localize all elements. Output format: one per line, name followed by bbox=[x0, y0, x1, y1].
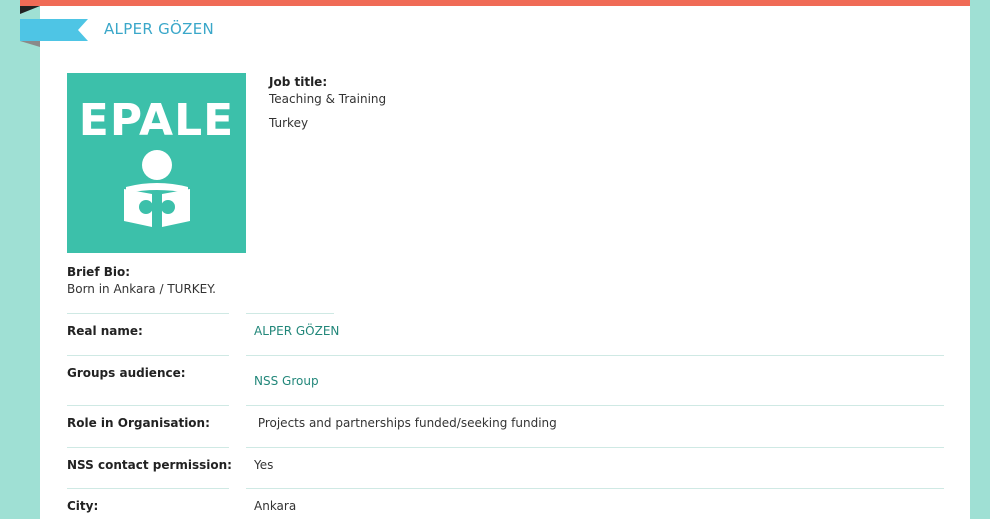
job-title-value: Teaching & Training bbox=[269, 92, 387, 106]
divider bbox=[246, 313, 334, 314]
divider bbox=[246, 405, 944, 406]
bio-label: Brief Bio: bbox=[67, 265, 131, 279]
bio-value: Born in Ankara / TURKEY. bbox=[67, 282, 216, 296]
nss-permission-value: Yes bbox=[254, 458, 274, 472]
divider bbox=[246, 447, 944, 448]
divider bbox=[67, 488, 229, 489]
real-name-label: Real name: bbox=[67, 324, 143, 338]
country-value: Turkey bbox=[269, 116, 309, 130]
city-label: City: bbox=[67, 499, 99, 513]
corner-fold-left bbox=[20, 6, 40, 14]
role-label: Role in Organisation: bbox=[67, 416, 210, 430]
city-value: Ankara bbox=[254, 499, 297, 513]
job-title-label: Job title: bbox=[269, 75, 328, 89]
avatar-logo-text: EPALE bbox=[78, 95, 235, 146]
groups-audience-link[interactable]: NSS Group bbox=[254, 374, 319, 388]
divider bbox=[67, 405, 229, 406]
groups-audience-label: Groups audience: bbox=[67, 366, 186, 380]
divider bbox=[67, 313, 229, 314]
divider bbox=[246, 355, 944, 356]
divider bbox=[67, 447, 229, 448]
ribbon-fold bbox=[20, 41, 40, 47]
role-value: Projects and partnerships funded/seeking… bbox=[254, 416, 557, 430]
title-ribbon bbox=[20, 19, 88, 41]
profile-name: ALPER GÖZEN bbox=[104, 20, 215, 38]
reader-icon bbox=[124, 150, 190, 227]
nss-permission-label: NSS contact permission: bbox=[67, 458, 232, 472]
divider bbox=[67, 355, 229, 356]
divider bbox=[246, 488, 944, 489]
real-name-link[interactable]: ALPER GÖZEN bbox=[254, 324, 339, 338]
avatar: EPALE bbox=[67, 73, 246, 253]
